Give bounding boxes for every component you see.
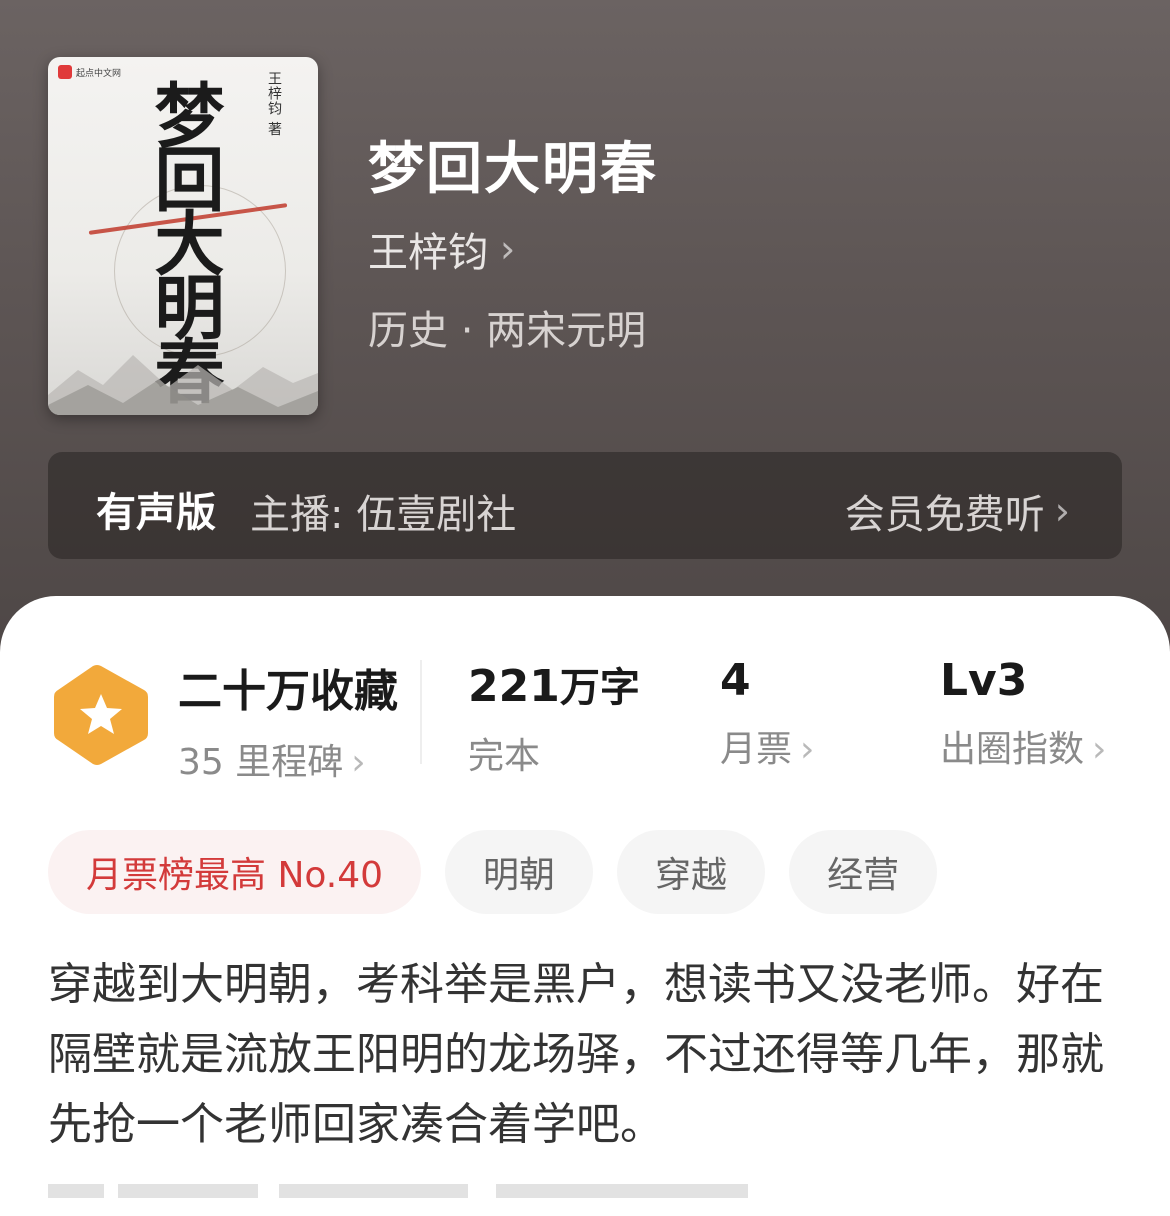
popularity-index-stat[interactable]: Lv3 出圈指数 › [940,655,1106,772]
word-count-value: 221 [468,661,560,712]
chevron-right-icon: › [1054,489,1070,533]
monthly-ticket-link[interactable]: 月票 › [720,720,814,772]
tag-ranking[interactable]: 月票榜最高 No.40 [48,830,422,914]
book-synopsis[interactable]: 穿越到大明朝，考科举是黑户，想读书又没老师。好在隔壁就是流放王阳明的龙场驿，不过… [48,950,1128,1160]
collection-stat[interactable]: 二十万收藏 35 里程碑 › [178,655,398,785]
popularity-index-link[interactable]: 出圈指数 › [940,720,1106,772]
stat-divider [420,660,422,764]
word-count-unit: 万字 [559,665,640,711]
audio-edition-bar[interactable]: 有声版 主播: 伍壹剧社 会员免费听 › [48,452,1122,559]
audio-edition-label: 有声版 [96,490,216,536]
book-category[interactable]: 历史 · 两宋元明 [368,298,646,356]
monthly-ticket-stat[interactable]: 4 月票 › [720,655,814,772]
book-title: 梦回大明春 [368,137,658,202]
star-badge-icon [54,665,148,765]
cover-author-art: 王梓钧 著 [266,71,282,137]
monthly-ticket-count: 4 [720,655,751,706]
cut-off-content [48,1184,748,1198]
chevron-right-icon: › [500,227,516,271]
tag-time-travel[interactable]: 穿越 [617,830,766,914]
popularity-index-level: Lv3 [940,655,1028,706]
chevron-right-icon: › [800,729,815,770]
member-listen-link[interactable]: 会员免费听 › [845,482,1070,540]
chevron-right-icon: › [351,742,366,783]
publisher-logo: 起点中文网 [58,63,121,81]
completion-status: 完本 [468,736,541,777]
audio-host: 主播: 伍壹剧社 [250,492,517,538]
word-count-stat: 221万字 完本 [468,655,640,779]
chevron-right-icon: › [1092,729,1107,770]
milestone-link[interactable]: 35 里程碑 › [178,733,398,785]
tag-ming-dynasty[interactable]: 明朝 [445,830,594,914]
book-cover[interactable]: 起点中文网 梦回大明春 王梓钧 著 [48,57,318,415]
publisher-name: 起点中文网 [76,68,122,79]
publisher-logo-icon [58,65,72,79]
tag-list: 月票榜最高 No.40 明朝 穿越 经营 [48,830,938,914]
collection-count: 二十万收藏 [178,666,398,717]
author-name: 王梓钧 [368,230,488,276]
member-listen-label: 会员免费听 [844,492,1045,538]
author-link[interactable]: 王梓钧 › [368,220,515,278]
mountains-illustration [48,355,318,415]
tag-management[interactable]: 经营 [789,830,938,914]
